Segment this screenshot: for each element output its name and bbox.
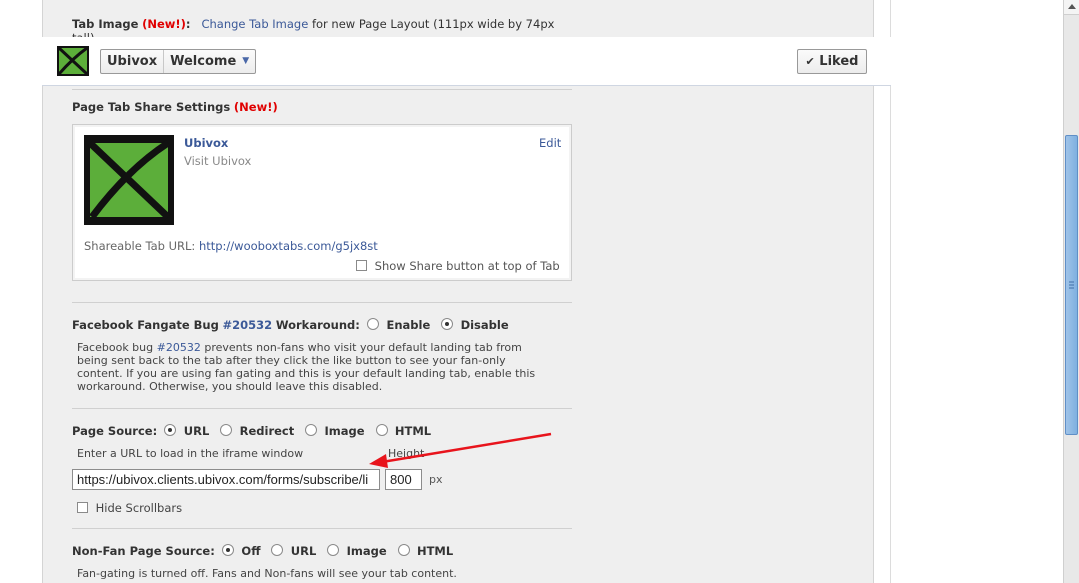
- page-source-row: Page Source: URL Redirect Image HTML: [72, 424, 431, 438]
- share-settings-heading: Page Tab Share Settings (New!): [72, 100, 278, 114]
- nonfan-source-label: Non-Fan Page Source:: [72, 544, 215, 558]
- page-source-image-label: Image: [324, 424, 365, 438]
- shareable-url-label: Shareable Tab URL:: [84, 239, 196, 253]
- height-input[interactable]: [385, 469, 422, 490]
- fangate-desc-line: workaround. Otherwise, you should leave …: [77, 380, 383, 393]
- tab-image-desc: for new Page Layout (111px wide by 74px: [311, 17, 555, 31]
- share-visit-text: Visit Ubivox: [184, 154, 252, 168]
- divider: [72, 89, 572, 90]
- liked-button[interactable]: ✔ Liked: [797, 49, 867, 74]
- fangate-desc-bug-link[interactable]: #20532: [157, 341, 201, 354]
- share-settings-title: Page Tab Share Settings: [72, 100, 231, 114]
- fangate-desc-line: being sent back to the tab after they cl…: [77, 354, 506, 367]
- page-header-bar: Ubivox Welcome ▼ ✔ Liked: [42, 37, 891, 86]
- fangate-enable-label: Enable: [386, 318, 431, 332]
- fangate-enable-radio[interactable]: [367, 318, 380, 330]
- breadcrumb-page-name[interactable]: Ubivox: [101, 50, 163, 73]
- share-preview-box: Ubivox Visit Ubivox Edit Shareable Tab U…: [72, 124, 572, 281]
- scroll-up-arrow-icon[interactable]: [1064, 0, 1079, 15]
- tab-selector-label: Welcome: [170, 54, 237, 69]
- tab-image-row: Tab Image (New!): Change Tab Image for n…: [72, 17, 554, 31]
- nonfan-url-label: URL: [290, 544, 317, 558]
- nonfan-off-radio[interactable]: [222, 544, 235, 556]
- page-source-url-label: URL: [183, 424, 210, 438]
- page-source-html-label: HTML: [394, 424, 432, 438]
- nonfan-html-radio[interactable]: [397, 544, 410, 556]
- settings-panel: [42, 0, 874, 583]
- scrollbar-thumb[interactable]: [1065, 135, 1078, 435]
- tab-image-label: Tab Image: [72, 17, 139, 31]
- fangate-bug-description: Facebook bug #20532 prevents non-fans wh…: [77, 341, 535, 393]
- nonfan-image-label: Image: [346, 544, 387, 558]
- show-share-checkbox[interactable]: [356, 260, 367, 271]
- show-share-label: Show Share button at top of Tab: [374, 259, 560, 273]
- fangate-disable-radio[interactable]: [441, 318, 454, 330]
- hide-scrollbars-row: Hide Scrollbars: [77, 501, 182, 515]
- fangate-desc-line: content. If you are using fan gating and…: [77, 367, 536, 380]
- page-source-label: Page Source:: [72, 424, 158, 438]
- nonfan-note: Fan-gating is turned off. Fans and Non-f…: [77, 567, 457, 580]
- hide-scrollbars-checkbox[interactable]: [77, 502, 88, 513]
- page-source-url-input[interactable]: [72, 469, 380, 490]
- tab-image-colon: :: [185, 17, 191, 31]
- tab-selector-dropdown[interactable]: Welcome ▼: [164, 50, 255, 73]
- page-border: [890, 0, 891, 583]
- ubivox-logo-large-icon: [84, 135, 174, 225]
- height-label: Height: [388, 447, 425, 460]
- page-source-image-radio[interactable]: [305, 424, 318, 436]
- divider: [72, 408, 572, 409]
- nonfan-image-radio[interactable]: [327, 544, 340, 556]
- divider: [72, 528, 572, 529]
- fangate-bug-label: Facebook Fangate Bug: [72, 318, 219, 332]
- change-tab-image-link[interactable]: Change Tab Image: [201, 17, 308, 31]
- height-unit: px: [429, 473, 443, 486]
- divider: [72, 302, 572, 303]
- nonfan-off-label: Off: [241, 544, 261, 558]
- shareable-url-row: Shareable Tab URL: http://wooboxtabs.com…: [84, 239, 378, 253]
- fangate-bug-workaround-label: Workaround:: [275, 318, 360, 332]
- checkmark-icon: ✔: [805, 55, 815, 68]
- nonfan-source-row: Non-Fan Page Source: Off URL Image HTML: [72, 544, 453, 558]
- page-source-url-radio[interactable]: [164, 424, 177, 436]
- new-badge: (New!): [233, 100, 278, 114]
- fangate-bug-id-link[interactable]: #20532: [223, 318, 273, 332]
- page-source-redirect-radio[interactable]: [220, 424, 233, 436]
- fangate-disable-label: Disable: [460, 318, 509, 332]
- page-source-html-radio[interactable]: [375, 424, 388, 436]
- show-share-row: Show Share button at top of Tab: [356, 259, 560, 273]
- share-edit-link[interactable]: Edit: [539, 136, 561, 150]
- fangate-desc-text: Facebook bug: [77, 341, 154, 354]
- nonfan-url-radio[interactable]: [271, 544, 284, 556]
- page-source-redirect-label: Redirect: [239, 424, 295, 438]
- share-page-name-link[interactable]: Ubivox: [184, 136, 228, 150]
- shareable-url-link[interactable]: http://wooboxtabs.com/g5jx8st: [199, 239, 378, 253]
- hide-scrollbars-label: Hide Scrollbars: [95, 501, 183, 515]
- ubivox-logo-icon: [57, 46, 89, 76]
- new-badge: (New!): [142, 17, 186, 31]
- fangate-desc-text: prevents non-fans who visit your default…: [204, 341, 522, 354]
- vertical-scrollbar[interactable]: [1063, 0, 1079, 583]
- liked-label: Liked: [819, 54, 859, 69]
- fangate-bug-row: Facebook Fangate Bug #20532 Workaround: …: [72, 318, 509, 332]
- chevron-down-icon: ▼: [242, 56, 250, 66]
- nonfan-html-label: HTML: [416, 544, 454, 558]
- breadcrumb[interactable]: Ubivox Welcome ▼: [100, 49, 257, 74]
- fangate-desc-line: Facebook bug #20532 prevents non-fans wh…: [77, 341, 535, 354]
- url-hint: Enter a URL to load in the iframe window: [77, 447, 304, 460]
